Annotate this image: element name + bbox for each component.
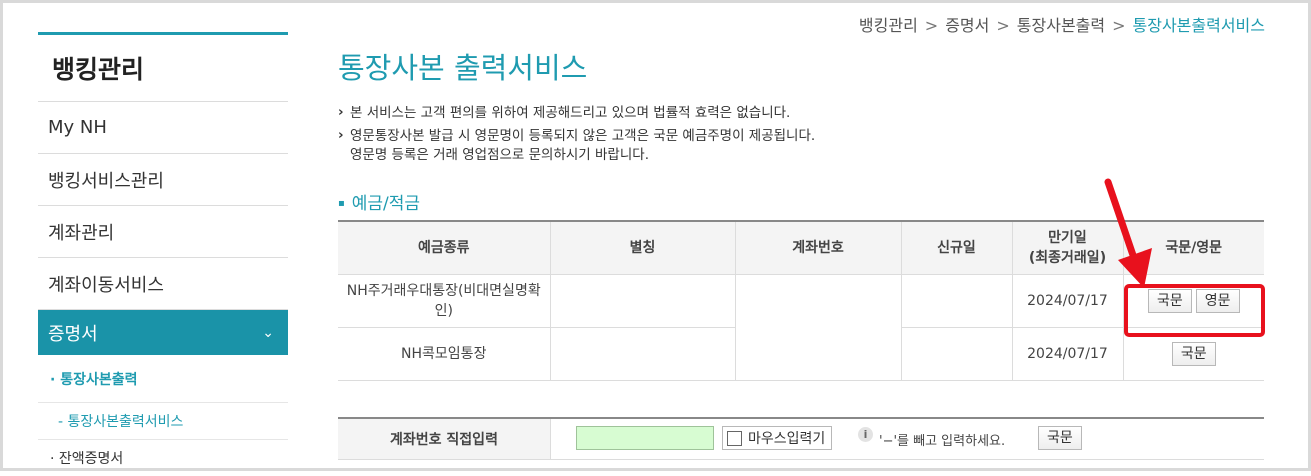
header-maturity-line1: 만기일	[1048, 230, 1087, 246]
sidebar-item-account-management[interactable]: 계좌관리	[38, 206, 288, 258]
cell-deposit-type: NH주거래우대통장(비대면실명확인)	[338, 274, 551, 328]
sidebar-item-banking-service[interactable]: 뱅킹서비스관리	[38, 154, 288, 206]
mouse-input-toggle[interactable]: 마우스입력기	[722, 426, 833, 450]
cell-open-date	[900, 274, 1013, 328]
account-number-input[interactable]	[576, 426, 714, 450]
header-maturity-line2: (최종거래일)	[1028, 250, 1107, 266]
header-open-date: 신규일	[900, 220, 1013, 275]
breadcrumb: 뱅킹관리 > 증명서 > 통장사본출력 > 통장사본출력서비스	[858, 16, 1265, 35]
sidebar-sub-passbook-print-service[interactable]: - 통장사본출력서비스	[38, 403, 288, 440]
cell-alias	[549, 274, 736, 328]
breadcrumb-item[interactable]: 증명서	[945, 16, 989, 35]
notice-item: 영문통장사본 발급 시 영문명이 등록되지 않은 고객은 국문 예금주명이 제공…	[338, 126, 1264, 165]
cell-account-number	[734, 274, 902, 381]
notice-text: 영문명 등록은 거래 영업점으로 문의하시기 바랍니다.	[350, 147, 649, 163]
cell-deposit-type: NH콕모임통장	[338, 327, 551, 381]
mouse-input-checkbox[interactable]	[727, 430, 742, 446]
direct-input-row: 계좌번호 직접입력 마우스입력기 i '−'를 빼고 입력하세요. 국문	[338, 417, 1264, 460]
cell-maturity: 2024/07/17	[1011, 327, 1124, 381]
header-account-number: 계좌번호	[734, 220, 902, 275]
notice-item: 본 서비스는 고객 편의를 위하여 제공해드리고 있으며 법률적 효력은 없습니…	[338, 103, 1264, 123]
chevron-down-icon: ⌄	[262, 324, 274, 341]
header-deposit-type: 예금종류	[338, 220, 551, 275]
korean-print-button[interactable]: 국문	[1171, 342, 1216, 366]
breadcrumb-current: 통장사본출력서비스	[1132, 16, 1265, 35]
sidebar-sub-passbook-print[interactable]: · 통장사본출력	[38, 355, 288, 403]
direct-korean-print-button[interactable]: 국문	[1038, 426, 1082, 450]
direct-input-label: 계좌번호 직접입력	[338, 419, 551, 459]
sidebar: 뱅킹관리 My NH 뱅킹서비스관리 계좌관리 계좌이동서비스 증명서 ⌄ · …	[38, 32, 288, 476]
mouse-input-label: 마우스입력기	[748, 431, 826, 447]
input-hint: '−'를 빼고 입력하세요.	[879, 434, 1006, 449]
notice-list: 본 서비스는 고객 편의를 위하여 제공해드리고 있으며 법률적 효력은 없습니…	[338, 103, 1264, 165]
notice-text: 영문통장사본 발급 시 영문명이 등록되지 않은 고객은 국문 예금주명이 제공…	[350, 128, 816, 144]
sidebar-item-account-transfer[interactable]: 계좌이동서비스	[38, 258, 288, 310]
sidebar-title: 뱅킹관리	[38, 35, 288, 102]
red-arrow-icon	[1104, 178, 1152, 288]
cell-open-date	[900, 327, 1013, 381]
page-title: 통장사본 출력서비스	[338, 51, 588, 85]
info-icon: i	[858, 427, 873, 442]
sidebar-item-label: 증명서	[48, 323, 98, 345]
header-alias: 별칭	[549, 220, 736, 275]
cell-alias	[549, 327, 736, 381]
breadcrumb-item[interactable]: 통장사본출력	[1017, 16, 1105, 35]
sidebar-item-mynh[interactable]: My NH	[38, 102, 288, 154]
sidebar-item-certificate[interactable]: 증명서 ⌄	[38, 310, 288, 355]
breadcrumb-item[interactable]: 뱅킹관리	[859, 16, 918, 35]
